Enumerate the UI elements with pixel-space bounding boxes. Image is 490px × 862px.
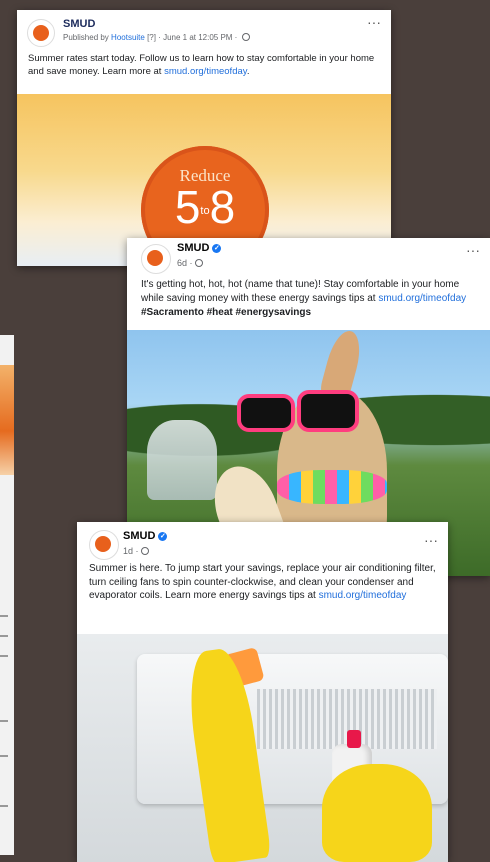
post-link[interactable]: smud.org/timeofday <box>164 66 247 77</box>
post-timestamp: [?] · June 1 at 12:05 PM · <box>147 33 238 42</box>
globe-icon <box>194 259 203 267</box>
post-link[interactable]: smud.org/timeofday <box>378 293 466 304</box>
text-fragment <box>0 755 8 757</box>
post-text: Summer rates start today. Follow us to l… <box>17 53 391 78</box>
verified-icon: ✓ <box>212 244 222 253</box>
smud-avatar[interactable] <box>27 19 55 47</box>
page-name[interactable]: SMUD ✓ <box>123 530 168 542</box>
post-meta: 1d · <box>123 546 149 556</box>
verified-icon: ✓ <box>158 532 168 541</box>
glove-right <box>322 764 432 862</box>
text-fragment <box>0 805 8 807</box>
ac-cleaning-photo[interactable] <box>77 634 448 862</box>
page-name-text: SMUD <box>177 242 210 254</box>
sunglasses <box>237 390 359 432</box>
post-text: It's getting hot, hot, hot (name that tu… <box>127 278 490 320</box>
post-timestamp[interactable]: 1d · <box>123 546 139 556</box>
text-fragment <box>0 615 8 617</box>
badge-to: to <box>200 204 210 217</box>
globe-icon <box>241 33 250 41</box>
waterfall <box>147 420 217 500</box>
post-meta: Published by Hootsuite [?] · June 1 at 1… <box>63 33 250 42</box>
post-meta: 6d · <box>177 258 203 268</box>
smud-avatar[interactable] <box>141 244 171 274</box>
background-post-fragment <box>0 335 14 855</box>
page-name-text: SMUD <box>123 530 156 542</box>
spray-nozzle <box>347 730 361 748</box>
post-timestamp[interactable]: 6d · <box>177 258 193 268</box>
post-card-3: SMUD ✓ 1d · ··· Summer is here. To jump s… <box>77 522 448 862</box>
page-name[interactable]: SMUD ✓ <box>177 242 222 254</box>
post-text-end: . <box>246 65 250 77</box>
badge-range: 5to8 <box>141 182 269 236</box>
globe-icon <box>140 547 149 555</box>
badge-low: 5 <box>174 181 201 233</box>
page-name[interactable]: SMUD <box>63 18 95 30</box>
background-graphic <box>0 365 14 475</box>
lei <box>277 470 387 504</box>
more-options-icon[interactable]: ··· <box>367 14 381 30</box>
smud-avatar[interactable] <box>89 530 119 560</box>
post-hashtags[interactable]: #Sacramento #heat #energysavings <box>141 307 311 318</box>
text-fragment <box>0 635 8 637</box>
badge-high: 8 <box>209 181 236 233</box>
more-options-icon[interactable]: ··· <box>466 242 480 258</box>
lens-left <box>237 394 295 432</box>
post-link[interactable]: smud.org/timeofday <box>319 590 407 601</box>
lens-right <box>297 390 359 432</box>
published-by-label: Published by <box>63 33 109 42</box>
post-text: Summer is here. To jump start your savin… <box>77 562 448 603</box>
text-fragment <box>0 720 8 722</box>
text-fragment <box>0 655 8 657</box>
more-options-icon[interactable]: ··· <box>424 532 438 548</box>
post-card-1: SMUD Published by Hootsuite [?] · June 1… <box>17 10 391 266</box>
publisher-link[interactable]: Hootsuite <box>111 33 145 42</box>
